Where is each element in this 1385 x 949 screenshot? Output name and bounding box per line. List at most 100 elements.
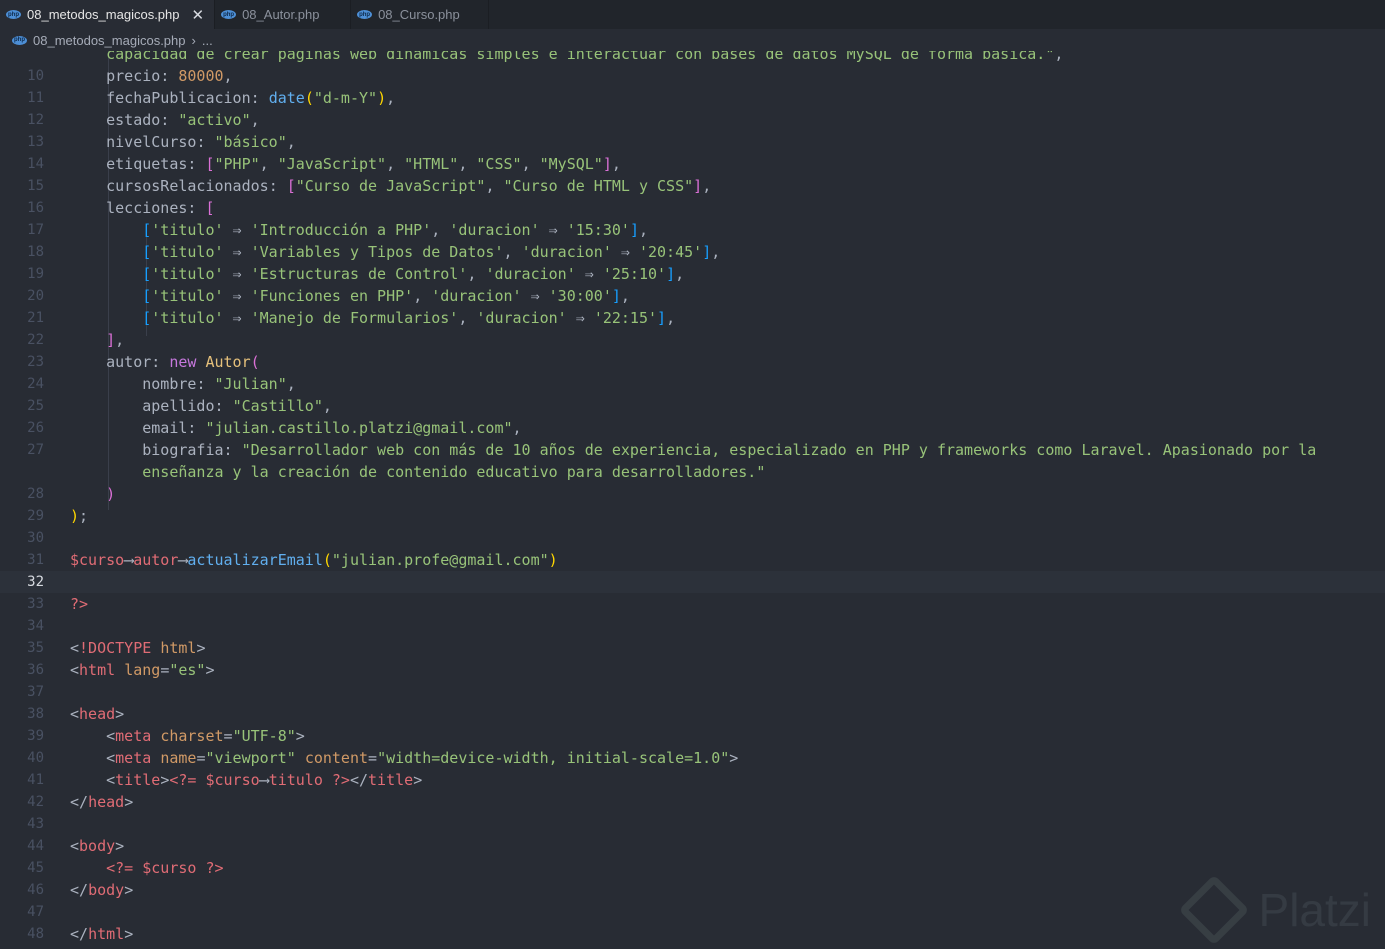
code-line[interactable]: 43 xyxy=(0,813,1385,835)
code-line[interactable]: 47 xyxy=(0,901,1385,923)
tab-metodos-magicos[interactable]: php 08_metodos_magicos.php ✕ xyxy=(0,0,216,29)
code-line[interactable]: 21 ['titulo' ⇒ 'Manejo de Formularios', … xyxy=(0,307,1385,329)
code-token: ) xyxy=(548,551,558,569)
tab-autor[interactable]: php 08_Autor.php xyxy=(215,0,352,29)
code-token: < xyxy=(70,837,80,855)
code-token: ] xyxy=(702,243,712,261)
code-line[interactable]: 44 <body> xyxy=(0,835,1385,857)
code-token: [ xyxy=(142,243,152,261)
code-line[interactable]: 38 <head> xyxy=(0,703,1385,725)
code-token: body xyxy=(88,881,125,899)
code-line[interactable]: 35 <!DOCTYPE html> xyxy=(0,637,1385,659)
code-token: ] xyxy=(602,155,612,173)
line-number: 34 xyxy=(27,618,44,634)
code-token: ] xyxy=(611,287,621,305)
code-line[interactable]: 19 ['titulo' ⇒ 'Estructuras de Control',… xyxy=(0,263,1385,285)
line-number: 31 xyxy=(27,552,44,568)
code-text: ['titulo' ⇒ 'Introducción a PHP', 'durac… xyxy=(70,219,648,241)
code-line[interactable]: 27 biografia: "Desarrollador web con más… xyxy=(0,439,1385,461)
close-icon[interactable]: ✕ xyxy=(192,6,205,24)
code-token: ⇒ xyxy=(223,287,251,305)
code-text: ) xyxy=(70,483,115,505)
code-token: : xyxy=(250,89,269,107)
code-line[interactable]: 37 xyxy=(0,681,1385,703)
code-line[interactable]: 30 xyxy=(0,527,1385,549)
code-token: : xyxy=(214,397,233,415)
breadcrumb-symbols[interactable]: ... xyxy=(202,33,213,48)
line-number: 14 xyxy=(27,156,44,172)
code-line[interactable]: 41 <title><?= $curso⟶titulo ?></title> xyxy=(0,769,1385,791)
code-line[interactable]: 28 ) xyxy=(0,483,1385,505)
code-token: "Julian" xyxy=(214,375,287,393)
breadcrumb-file[interactable]: 08_metodos_magicos.php xyxy=(33,33,186,48)
code-token: "julian.castillo.platzi@gmail.com" xyxy=(205,419,513,437)
code-token: 'Estructuras de Control' xyxy=(250,265,468,283)
code-token: ; xyxy=(79,507,89,525)
code-token: nivelCurso xyxy=(70,133,197,151)
code-token: > xyxy=(205,661,215,679)
code-line[interactable]: 31 $curso⟶autor⟶actualizarEmail("julian.p… xyxy=(0,549,1385,571)
code-line[interactable]: 12 estado: "activo", xyxy=(0,109,1385,131)
code-line[interactable]: 14 etiquetas: ["PHP", "JavaScript", "HTM… xyxy=(0,153,1385,175)
line-number: 15 xyxy=(27,178,44,194)
code-line[interactable]: 48 </html> xyxy=(0,923,1385,945)
tab-curso[interactable]: php 08_Curso.php xyxy=(351,0,490,29)
code-line[interactable]: 10 precio: 80000, xyxy=(0,65,1385,87)
code-token: ⇒ xyxy=(566,309,594,327)
code-line[interactable]: 13 nivelCurso: "básico", xyxy=(0,131,1385,153)
code-line[interactable]: 18 ['titulo' ⇒ 'Variables y Tipos de Dat… xyxy=(0,241,1385,263)
code-token: 'Funciones en PHP' xyxy=(250,287,414,305)
tab-label: 08_Curso.php xyxy=(378,7,460,22)
code-token: "activo" xyxy=(178,111,251,129)
code-line[interactable]: 40 <meta name="viewport" content="width=… xyxy=(0,747,1385,769)
code-text: ['titulo' ⇒ 'Funciones en PHP', 'duracio… xyxy=(70,285,630,307)
code-token: actualizarEmail xyxy=(187,551,323,569)
code-token: , xyxy=(223,67,233,85)
code-token: charset xyxy=(160,727,224,745)
code-line[interactable]: 32 xyxy=(0,571,1385,593)
code-token: "julian.profe@gmail.com" xyxy=(331,551,549,569)
code-text: estado: "activo", xyxy=(70,109,260,131)
code-line[interactable]: enseñanza y la creación de contenido edu… xyxy=(0,461,1385,483)
code-editor[interactable]: capacidad de crear páginas web dinámicas… xyxy=(0,0,1385,949)
code-line[interactable]: 17 ['titulo' ⇒ 'Introducción a PHP', 'du… xyxy=(0,219,1385,241)
code-line[interactable]: 46 </body> xyxy=(0,879,1385,901)
line-number: 37 xyxy=(27,684,44,700)
code-line[interactable]: 42 </head> xyxy=(0,791,1385,813)
code-token: ) xyxy=(106,485,116,503)
code-token: apellido xyxy=(70,397,215,415)
code-line[interactable]: 34 xyxy=(0,615,1385,637)
code-token: : xyxy=(223,441,242,459)
code-line[interactable]: 22 ], xyxy=(0,329,1385,351)
code-line[interactable]: 36 <html lang="es"> xyxy=(0,659,1385,681)
code-line[interactable]: 11 fechaPublicacion: date("d-m-Y"), xyxy=(0,87,1385,109)
code-token: ⇒ xyxy=(223,221,251,239)
code-line[interactable]: 15 cursosRelacionados: ["Curso de JavaSc… xyxy=(0,175,1385,197)
code-line[interactable]: 25 apellido: "Castillo", xyxy=(0,395,1385,417)
code-line[interactable]: 33 ?> xyxy=(0,593,1385,615)
code-token: : xyxy=(196,375,215,393)
code-token: "PHP" xyxy=(214,155,260,173)
code-token: html xyxy=(79,661,116,679)
code-text: $curso⟶autor⟶actualizarEmail("julian.pro… xyxy=(70,549,558,571)
code-token: , xyxy=(259,155,278,173)
line-number: 27 xyxy=(27,442,44,458)
code-line[interactable]: 20 ['titulo' ⇒ 'Funciones en PHP', 'dura… xyxy=(0,285,1385,307)
code-token: ⇒ xyxy=(223,265,251,283)
code-token: ] xyxy=(666,265,676,283)
code-text: <meta name="viewport" content="width=dev… xyxy=(70,747,738,769)
code-token: 'titulo' xyxy=(151,221,224,239)
code-token: 'titulo' xyxy=(151,309,224,327)
code-line[interactable]: 29); xyxy=(0,505,1385,527)
code-line[interactable]: 39 <meta charset="UTF-8"> xyxy=(0,725,1385,747)
code-line[interactable]: 45 <?= $curso ?> xyxy=(0,857,1385,879)
code-line[interactable]: 26 email: "julian.castillo.platzi@gmail.… xyxy=(0,417,1385,439)
code-token: , xyxy=(521,155,540,173)
code-line[interactable]: 16 lecciones: [ xyxy=(0,197,1385,219)
code-line[interactable]: 23 autor: new Autor( xyxy=(0,351,1385,373)
php-file-icon: php xyxy=(6,10,21,19)
code-line[interactable]: 24 nombre: "Julian", xyxy=(0,373,1385,395)
code-token: , xyxy=(467,265,486,283)
code-token: [ xyxy=(142,221,152,239)
